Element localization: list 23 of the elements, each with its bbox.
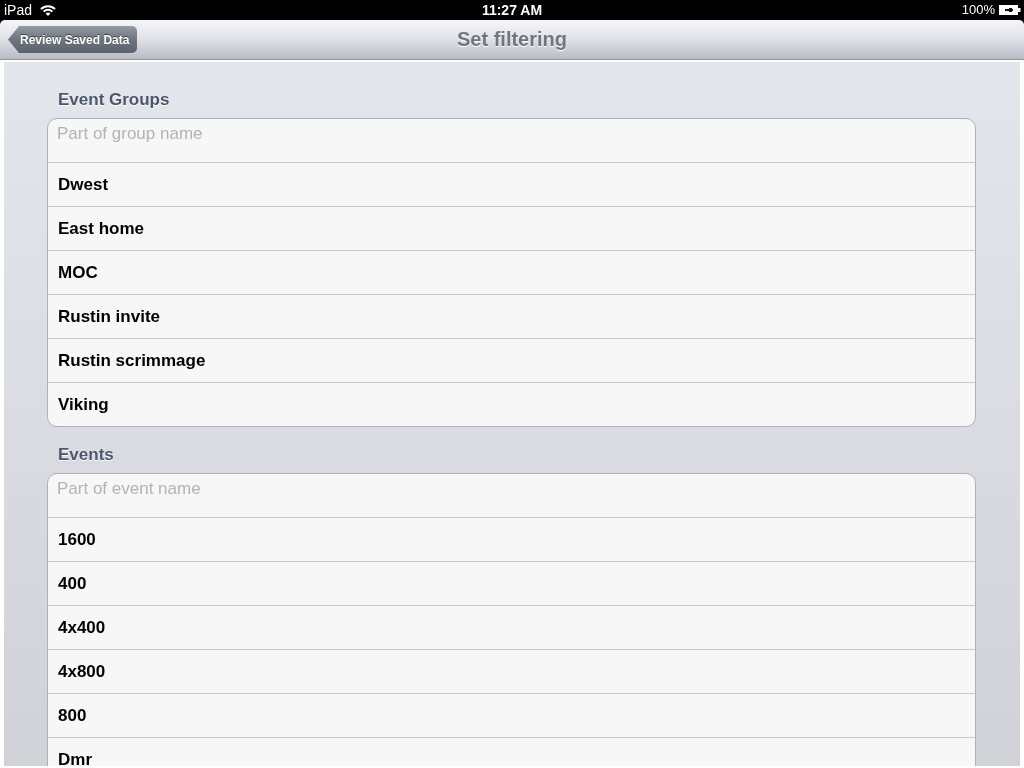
list-item[interactable]: Dwest	[48, 162, 975, 206]
list-item[interactable]: Rustin scrimmage	[48, 338, 975, 382]
list-item[interactable]: MOC	[48, 250, 975, 294]
battery-icon	[999, 5, 1021, 15]
list-item[interactable]: 4x400	[48, 605, 975, 649]
clock-time: 11:27 AM	[481, 1, 543, 19]
list-item[interactable]: 400	[48, 561, 975, 605]
section-header: Events	[57, 445, 115, 465]
list-item[interactable]: Dmr	[48, 737, 975, 766]
section-header: Event Groups	[57, 90, 171, 110]
list-item[interactable]: 1600	[48, 517, 975, 561]
list-item[interactable]: Viking	[48, 382, 975, 426]
filter-field[interactable]: Part of group name	[56, 122, 958, 146]
wifi-icon	[40, 4, 57, 16]
device-name: iPad	[4, 1, 33, 19]
screen-title: Set filtering	[457, 28, 567, 51]
filter-field[interactable]: Part of event name	[56, 477, 958, 501]
list-item[interactable]: 4x800	[48, 649, 975, 693]
back-button[interactable]: Review Saved Data	[8, 26, 138, 53]
list-item[interactable]: East home	[48, 206, 975, 250]
list-item[interactable]: Rustin invite	[48, 294, 975, 338]
battery-percent: 100%	[961, 1, 995, 19]
list-item[interactable]: 800	[48, 693, 975, 737]
